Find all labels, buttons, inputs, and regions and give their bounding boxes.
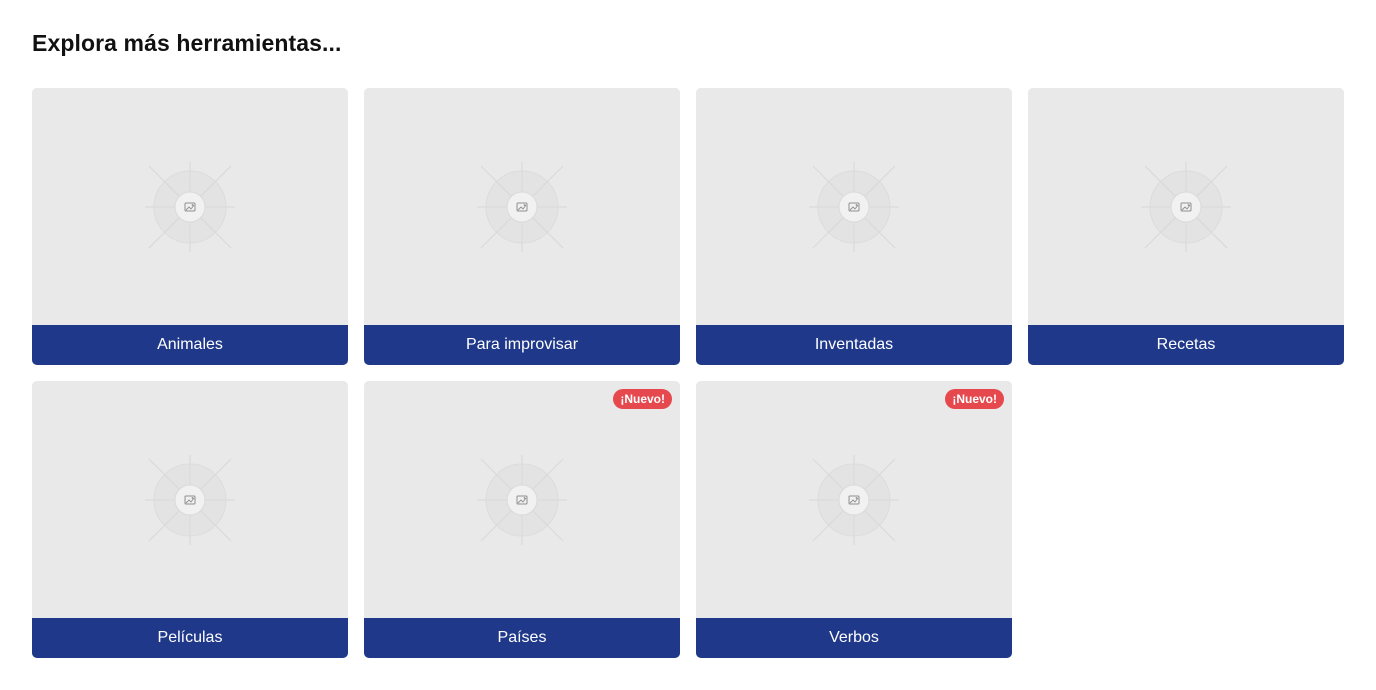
tool-card-recetas[interactable]: Recetas [1028,88,1344,365]
card-label: Verbos [696,618,1012,658]
card-thumbnail [364,88,680,325]
card-thumbnail [1028,88,1344,325]
card-label: Inventadas [696,325,1012,365]
card-thumbnail [696,381,1012,618]
card-label: Recetas [1028,325,1344,365]
tool-card-peliculas[interactable]: Películas [32,381,348,658]
card-label: Películas [32,618,348,658]
card-thumbnail [364,381,680,618]
tool-card-paises[interactable]: ¡Nuevo! Países [364,381,680,658]
tool-card-verbos[interactable]: ¡Nuevo! Verbos [696,381,1012,658]
card-label: Para improvisar [364,325,680,365]
tools-grid: Animales Para improvisar Inventadas Rece… [32,88,1344,658]
card-label: Países [364,618,680,658]
card-thumbnail [32,88,348,325]
new-badge: ¡Nuevo! [613,389,672,409]
section-title: Explora más herramientas... [32,30,342,56]
tool-card-inventadas[interactable]: Inventadas [696,88,1012,365]
card-label: Animales [32,325,348,365]
tool-card-para-improvisar[interactable]: Para improvisar [364,88,680,365]
card-thumbnail [696,88,1012,325]
new-badge: ¡Nuevo! [945,389,1004,409]
tool-card-animales[interactable]: Animales [32,88,348,365]
card-thumbnail [32,381,348,618]
